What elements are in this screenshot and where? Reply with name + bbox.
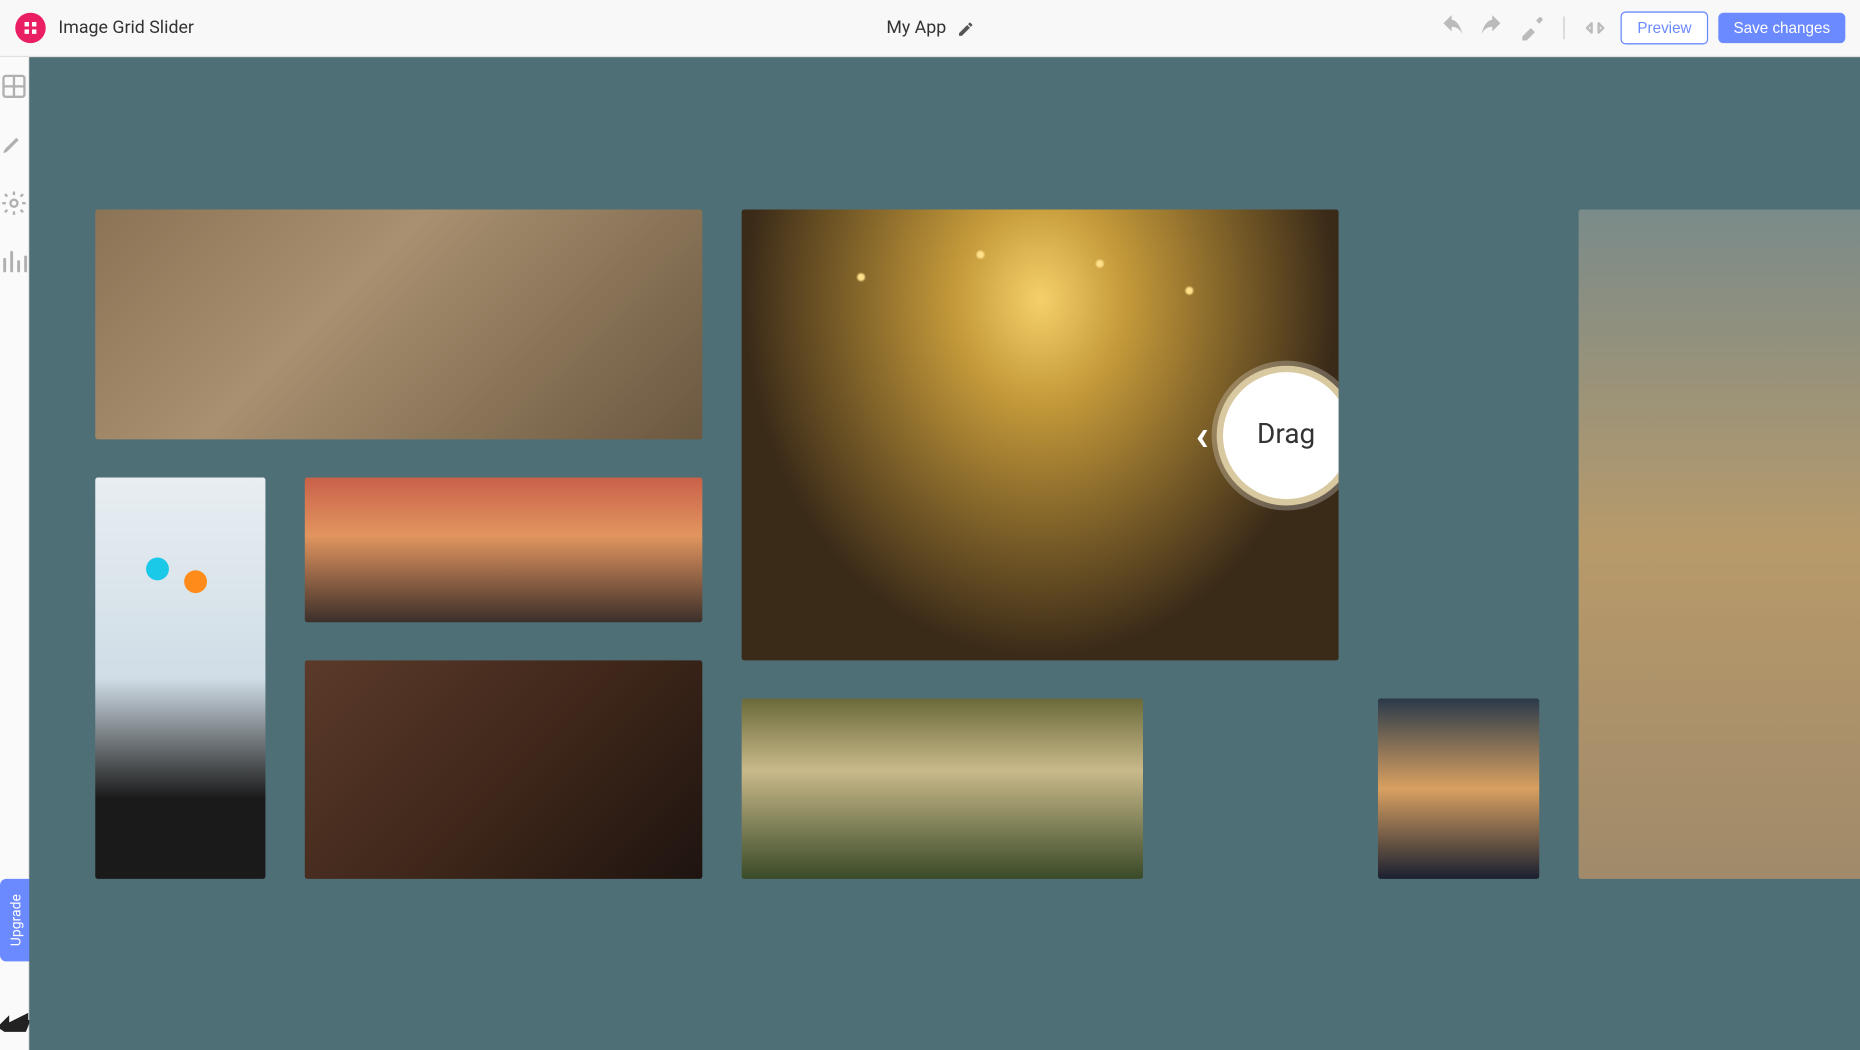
drag-handle[interactable]: Drag [1216, 365, 1338, 505]
image-tile-leopard[interactable] [742, 699, 1143, 879]
toolbar-divider [1564, 17, 1565, 40]
chevron-left-icon[interactable]: ‹ [1195, 410, 1208, 461]
drag-control[interactable]: ‹ Drag › [1195, 365, 1338, 505]
topbar-left: Image Grid Slider [15, 13, 194, 43]
image-tile-wine-toast[interactable] [305, 660, 703, 878]
help-icon[interactable] [0, 1010, 33, 1035]
topbar: Image Grid Slider My App Preview Save ch… [0, 0, 1860, 57]
image-tile-golden-dog[interactable] [1579, 210, 1860, 879]
plugin-logo-icon [15, 13, 45, 43]
undo-icon[interactable] [1437, 13, 1467, 43]
redo-icon[interactable] [1477, 13, 1507, 43]
app-name: My App [886, 18, 946, 38]
settings-icon[interactable] [0, 189, 28, 217]
image-tile-skis-goggles[interactable] [95, 478, 265, 879]
image-tile-dinner-party[interactable]: ‹ Drag › [742, 210, 1339, 661]
upgrade-button[interactable]: Upgrade [0, 879, 32, 962]
image-tile-plane-clouds[interactable] [1378, 699, 1539, 879]
drag-label: Drag [1257, 419, 1315, 451]
plugin-title: Image Grid Slider [58, 18, 194, 38]
image-tile-group-photo[interactable] [95, 210, 702, 440]
tool-icon[interactable] [1518, 13, 1548, 43]
preview-button[interactable]: Preview [1621, 11, 1708, 44]
save-changes-button[interactable]: Save changes [1718, 13, 1845, 43]
topbar-center: My App [886, 18, 974, 38]
image-grid-slider[interactable]: ‹ Drag › [29, 57, 1860, 955]
topbar-right: Preview Save changes [1437, 11, 1846, 44]
brush-icon[interactable] [0, 131, 28, 159]
analytics-icon[interactable] [0, 248, 28, 276]
sidebar: Upgrade [0, 57, 29, 1050]
code-icon[interactable] [1580, 13, 1610, 43]
edit-name-icon[interactable] [956, 19, 974, 37]
main-layout: Upgrade ‹ Drag › [0, 57, 1860, 1050]
canvas[interactable]: ‹ Drag › [29, 57, 1860, 1050]
image-tile-sunset-brush[interactable] [305, 478, 703, 623]
grid-icon[interactable] [0, 72, 28, 100]
